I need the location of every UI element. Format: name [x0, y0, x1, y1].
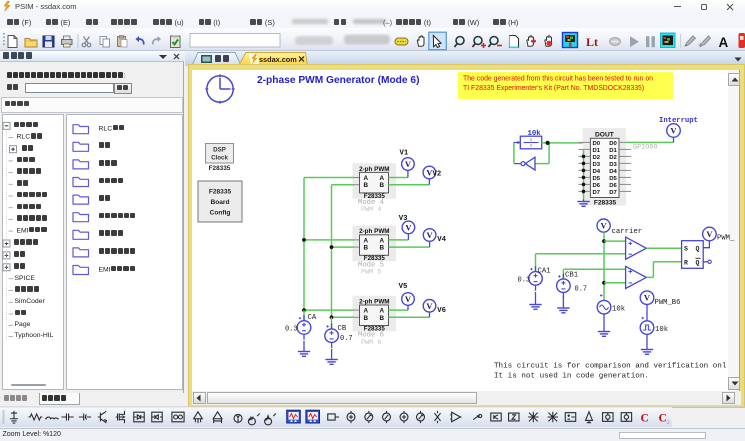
svg-text:C: C	[659, 413, 667, 425]
svg-text:C: C	[641, 413, 649, 425]
svg-text:A: A	[719, 35, 729, 50]
svg-text:Lt: Lt	[586, 35, 598, 49]
svg-text:2: 2	[667, 419, 670, 426]
